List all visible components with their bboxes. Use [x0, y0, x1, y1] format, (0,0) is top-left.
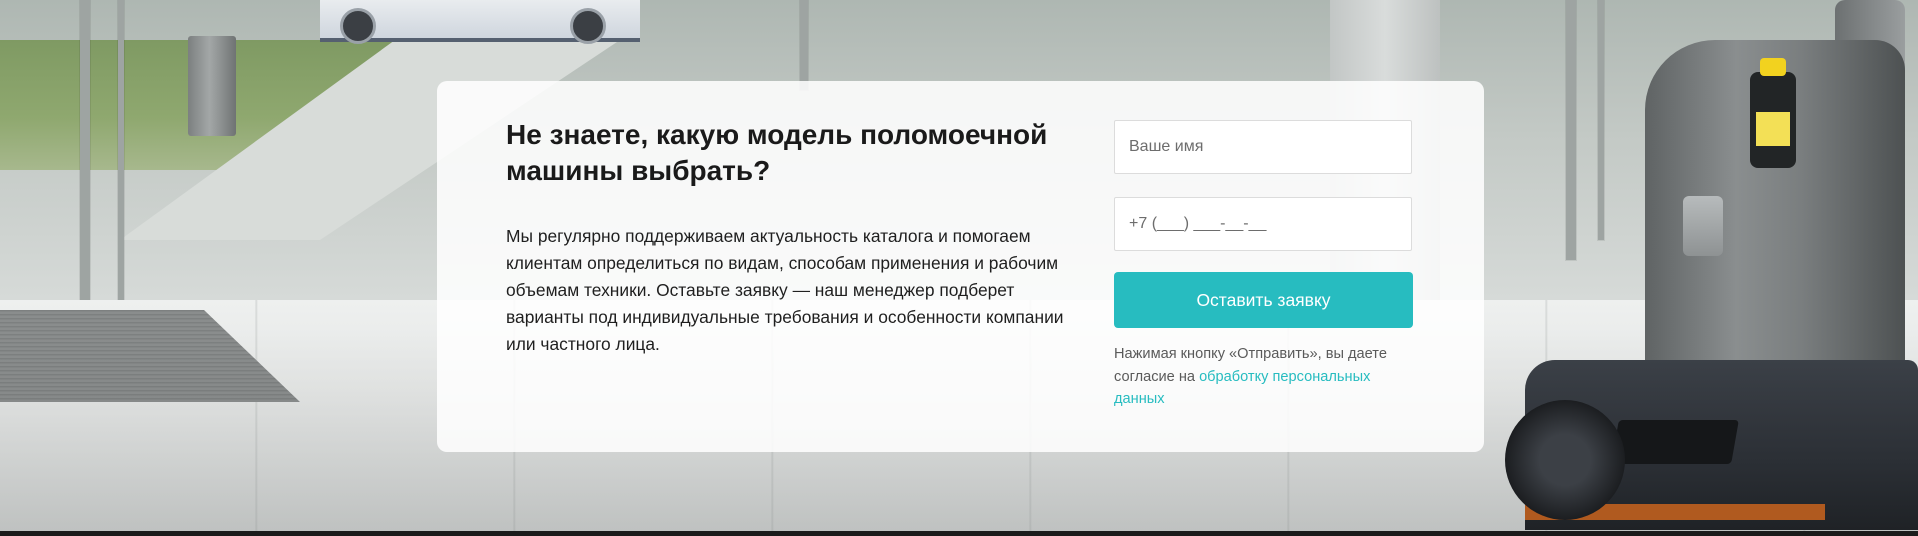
window-frame	[118, 0, 124, 300]
background-bus	[320, 0, 640, 44]
window-frame	[800, 0, 808, 90]
machine-wheel	[1505, 400, 1625, 520]
floor-scrubber-machine-image	[1505, 0, 1918, 531]
machine-logo-plate	[1683, 196, 1723, 256]
name-input[interactable]	[1114, 120, 1412, 174]
section-title: Не знаете, какую модель поломоечной маши…	[506, 119, 1048, 186]
consent-notice: Нажимая кнопку «Отправить», вы даете сог…	[1114, 343, 1414, 411]
window-frame	[80, 0, 90, 310]
background-trash-bin	[188, 36, 236, 136]
machine-detergent-bottle	[1750, 58, 1796, 168]
bottom-divider	[0, 531, 1918, 536]
section-description: Мы регулярно поддерживаем актуальность к…	[506, 226, 1064, 354]
submit-request-button[interactable]: Оставить заявку	[1114, 272, 1413, 328]
phone-input[interactable]	[1114, 197, 1412, 251]
consultation-form-card: Не знаете, какую модель поломоечной маши…	[437, 81, 1484, 452]
